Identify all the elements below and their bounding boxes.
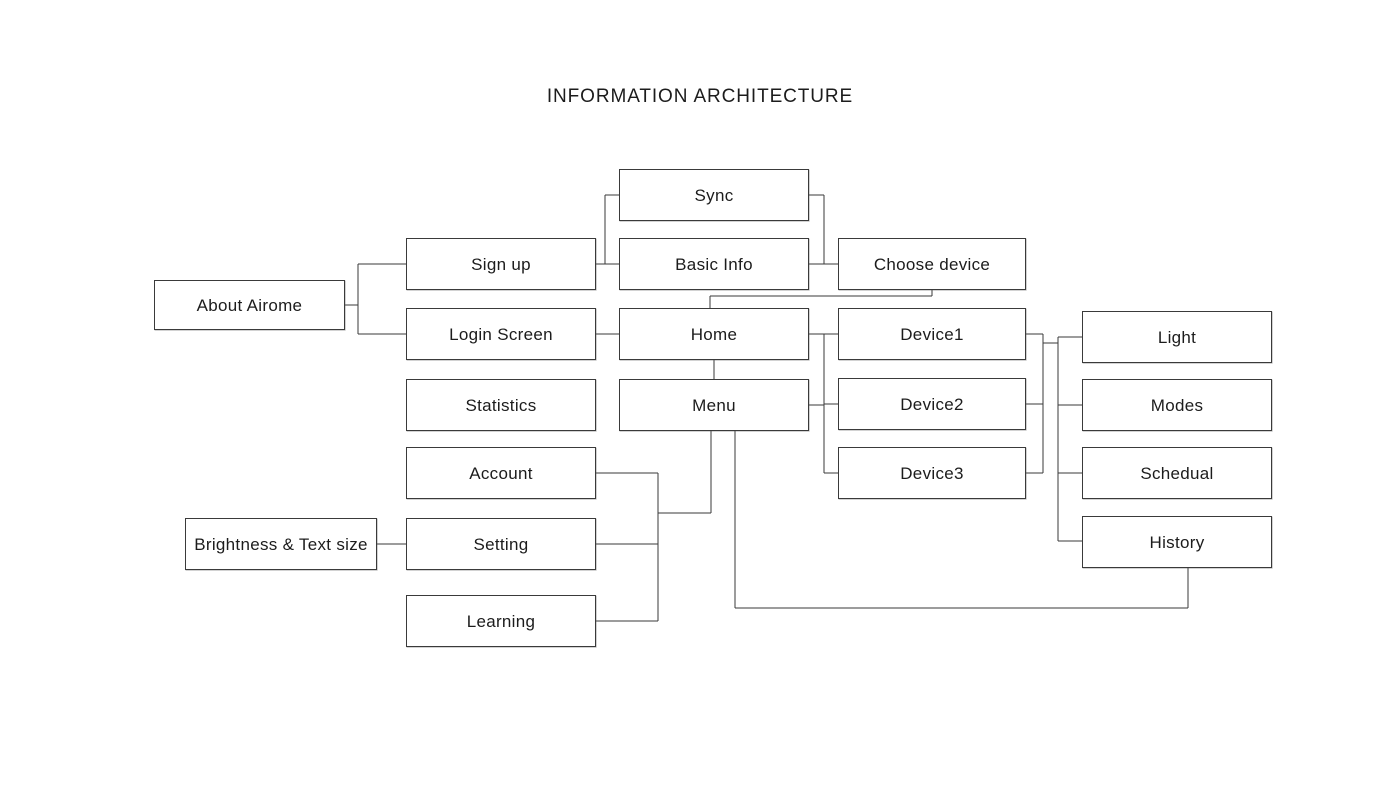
node-modes[interactable]: Modes bbox=[1082, 379, 1272, 431]
node-label: Learning bbox=[466, 611, 536, 631]
diagram-canvas: INFORMATION ARCHITECTURE About Airome Si… bbox=[0, 0, 1400, 788]
node-label: Modes bbox=[1150, 395, 1204, 415]
node-label: Home bbox=[690, 324, 738, 344]
node-statistics[interactable]: Statistics bbox=[406, 379, 596, 431]
node-label: Device3 bbox=[900, 463, 964, 483]
node-sign-up[interactable]: Sign up bbox=[406, 238, 596, 290]
node-device-1[interactable]: Device1 bbox=[838, 308, 1026, 360]
node-label: Statistics bbox=[465, 395, 537, 415]
node-menu[interactable]: Menu bbox=[619, 379, 809, 431]
node-label: About Airome bbox=[196, 295, 303, 315]
node-sync[interactable]: Sync bbox=[619, 169, 809, 221]
node-account[interactable]: Account bbox=[406, 447, 596, 499]
node-light[interactable]: Light bbox=[1082, 311, 1272, 363]
node-login-screen[interactable]: Login Screen bbox=[406, 308, 596, 360]
node-label: Choose device bbox=[873, 254, 991, 274]
node-basic-info[interactable]: Basic Info bbox=[619, 238, 809, 290]
node-label: Account bbox=[469, 463, 533, 483]
node-label: Schedual bbox=[1140, 463, 1214, 483]
node-schedual[interactable]: Schedual bbox=[1082, 447, 1272, 499]
node-history[interactable]: History bbox=[1082, 516, 1272, 568]
node-choose-device[interactable]: Choose device bbox=[838, 238, 1026, 290]
node-setting[interactable]: Setting bbox=[406, 518, 596, 570]
node-label: Login Screen bbox=[449, 324, 553, 344]
node-label: Menu bbox=[692, 395, 736, 415]
node-label: Device1 bbox=[900, 324, 964, 344]
node-device-2[interactable]: Device2 bbox=[838, 378, 1026, 430]
node-label: Sync bbox=[694, 185, 734, 205]
node-label: Setting bbox=[473, 534, 529, 554]
node-home[interactable]: Home bbox=[619, 308, 809, 360]
node-about-airome[interactable]: About Airome bbox=[154, 280, 345, 330]
node-label: History bbox=[1149, 532, 1205, 552]
node-label: Sign up bbox=[471, 254, 531, 274]
node-label: Device2 bbox=[900, 394, 964, 414]
node-label: Light bbox=[1157, 327, 1197, 347]
node-label: Brightness & Text size bbox=[194, 534, 368, 554]
node-device-3[interactable]: Device3 bbox=[838, 447, 1026, 499]
page-title: INFORMATION ARCHITECTURE bbox=[546, 86, 854, 107]
node-learning[interactable]: Learning bbox=[406, 595, 596, 647]
node-brightness-and-text-size[interactable]: Brightness & Text size bbox=[185, 518, 377, 570]
node-label: Basic Info bbox=[675, 254, 753, 274]
